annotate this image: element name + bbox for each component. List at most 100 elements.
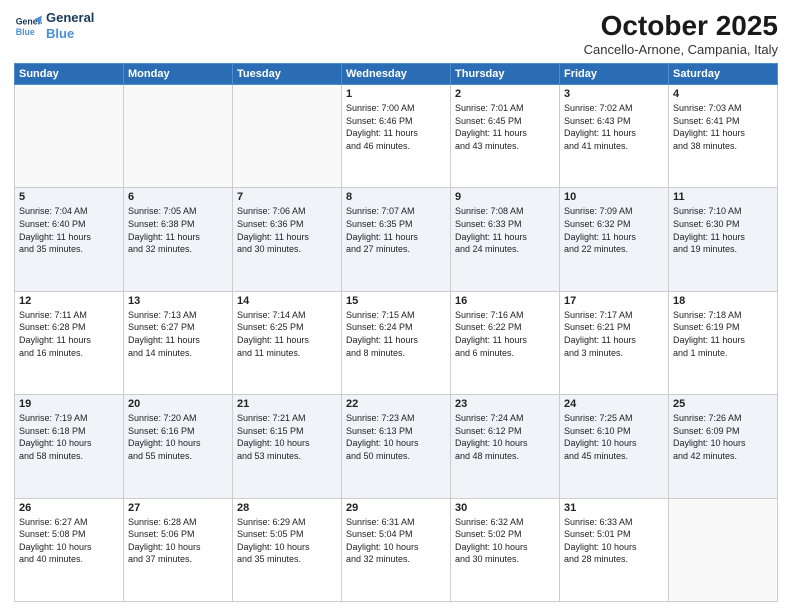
calendar-week-row: 5Sunrise: 7:04 AM Sunset: 6:40 PM Daylig…: [15, 188, 778, 291]
calendar-cell: [124, 85, 233, 188]
calendar-cell: 7Sunrise: 7:06 AM Sunset: 6:36 PM Daylig…: [233, 188, 342, 291]
day-info: Sunrise: 7:11 AM Sunset: 6:28 PM Dayligh…: [19, 309, 119, 359]
col-header-saturday: Saturday: [669, 64, 778, 85]
calendar-table: SundayMondayTuesdayWednesdayThursdayFrid…: [14, 63, 778, 602]
calendar-cell: 17Sunrise: 7:17 AM Sunset: 6:21 PM Dayli…: [560, 291, 669, 394]
day-info: Sunrise: 7:16 AM Sunset: 6:22 PM Dayligh…: [455, 309, 555, 359]
calendar-cell: 2 Sunrise: 7:01 AM Sunset: 6:45 PM Daylig…: [451, 85, 560, 188]
day-number: 9: [455, 191, 555, 203]
logo-line1: General: [46, 10, 94, 26]
calendar-cell: 23 Sunrise: 7:24 AM Sunset: 6:12 PM Dayli…: [451, 395, 560, 498]
day-number: 29: [346, 502, 446, 514]
day-info: Sunrise: 7:23 AM Sunset: 6:13 PM Dayligh…: [346, 412, 446, 462]
day-number: 27: [128, 502, 228, 514]
calendar-cell: 9 Sunrise: 7:08 AM Sunset: 6:33 PM Daylig…: [451, 188, 560, 291]
header: General Blue General Blue October 2025 C…: [14, 10, 778, 57]
calendar-cell: 21 Sunrise: 7:21 AM Sunset: 6:15 PM Dayli…: [233, 395, 342, 498]
day-number: 28: [237, 502, 337, 514]
calendar-cell: 26Sunrise: 6:27 AM Sunset: 5:08 PM Dayli…: [15, 498, 124, 601]
day-info: Sunrise: 7:18 AM Sunset: 6:19 PM Dayligh…: [673, 309, 773, 359]
calendar-cell: [15, 85, 124, 188]
calendar-cell: 4 Sunrise: 7:03 AM Sunset: 6:41 PM Daylig…: [669, 85, 778, 188]
day-number: 30: [455, 502, 555, 514]
calendar-cell: [669, 498, 778, 601]
day-info: Sunrise: 7:03 AM Sunset: 6:41 PM Dayligh…: [673, 102, 773, 152]
col-header-sunday: Sunday: [15, 64, 124, 85]
day-info: Sunrise: 7:10 AM Sunset: 6:30 PM Dayligh…: [673, 205, 773, 255]
day-number: 3: [564, 88, 664, 100]
calendar-cell: 24 Sunrise: 7:25 AM Sunset: 6:10 PM Dayli…: [560, 395, 669, 498]
calendar-cell: 13 Sunrise: 7:13 AM Sunset: 6:27 PM Dayli…: [124, 291, 233, 394]
logo: General Blue General Blue: [14, 10, 94, 41]
calendar-cell: 20Sunrise: 7:20 AM Sunset: 6:16 PM Dayli…: [124, 395, 233, 498]
day-number: 1: [346, 88, 446, 100]
col-header-thursday: Thursday: [451, 64, 560, 85]
day-number: 2: [455, 88, 555, 100]
calendar-week-row: 19 Sunrise: 7:19 AM Sunset: 6:18 PM Dayli…: [15, 395, 778, 498]
day-number: 23: [455, 398, 555, 410]
day-info: Sunrise: 7:20 AM Sunset: 6:16 PM Dayligh…: [128, 412, 228, 462]
day-number: 12: [19, 295, 119, 307]
svg-text:Blue: Blue: [16, 26, 35, 36]
day-info: Sunrise: 7:17 AM Sunset: 6:21 PM Dayligh…: [564, 309, 664, 359]
calendar-cell: [233, 85, 342, 188]
day-info: Sunrise: 7:13 AM Sunset: 6:27 PM Dayligh…: [128, 309, 228, 359]
day-info: Sunrise: 7:15 AM Sunset: 6:24 PM Dayligh…: [346, 309, 446, 359]
calendar-cell: 18Sunrise: 7:18 AM Sunset: 6:19 PM Dayli…: [669, 291, 778, 394]
col-header-monday: Monday: [124, 64, 233, 85]
calendar-header-row: SundayMondayTuesdayWednesdayThursdayFrid…: [15, 64, 778, 85]
calendar-cell: 30 Sunrise: 6:32 AM Sunset: 5:02 PM Dayli…: [451, 498, 560, 601]
day-info: Sunrise: 7:01 AM Sunset: 6:45 PM Dayligh…: [455, 102, 555, 152]
day-number: 10: [564, 191, 664, 203]
day-number: 13: [128, 295, 228, 307]
day-number: 4: [673, 88, 773, 100]
day-info: Sunrise: 7:08 AM Sunset: 6:33 PM Dayligh…: [455, 205, 555, 255]
day-number: 15: [346, 295, 446, 307]
day-info: Sunrise: 6:28 AM Sunset: 5:06 PM Dayligh…: [128, 516, 228, 566]
day-info: Sunrise: 7:14 AM Sunset: 6:25 PM Dayligh…: [237, 309, 337, 359]
calendar-cell: 3 Sunrise: 7:02 AM Sunset: 6:43 PM Daylig…: [560, 85, 669, 188]
day-info: Sunrise: 7:09 AM Sunset: 6:32 PM Dayligh…: [564, 205, 664, 255]
calendar-cell: 14 Sunrise: 7:14 AM Sunset: 6:25 PM Dayli…: [233, 291, 342, 394]
day-number: 14: [237, 295, 337, 307]
calendar-week-row: 1Sunrise: 7:00 AM Sunset: 6:46 PM Daylig…: [15, 85, 778, 188]
calendar-cell: 29 Sunrise: 6:31 AM Sunset: 5:04 PM Dayli…: [342, 498, 451, 601]
day-info: Sunrise: 6:31 AM Sunset: 5:04 PM Dayligh…: [346, 516, 446, 566]
day-info: Sunrise: 7:21 AM Sunset: 6:15 PM Dayligh…: [237, 412, 337, 462]
calendar-cell: 31Sunrise: 6:33 AM Sunset: 5:01 PM Dayli…: [560, 498, 669, 601]
logo-icon: General Blue: [14, 12, 42, 40]
day-number: 31: [564, 502, 664, 514]
subtitle: Cancello-Arnone, Campania, Italy: [584, 42, 778, 57]
calendar-cell: 25Sunrise: 7:26 AM Sunset: 6:09 PM Dayli…: [669, 395, 778, 498]
calendar-cell: 10 Sunrise: 7:09 AM Sunset: 6:32 PM Dayli…: [560, 188, 669, 291]
calendar-cell: 22Sunrise: 7:23 AM Sunset: 6:13 PM Dayli…: [342, 395, 451, 498]
day-info: Sunrise: 7:25 AM Sunset: 6:10 PM Dayligh…: [564, 412, 664, 462]
calendar-cell: 6Sunrise: 7:05 AM Sunset: 6:38 PM Daylig…: [124, 188, 233, 291]
day-number: 24: [564, 398, 664, 410]
day-number: 19: [19, 398, 119, 410]
day-info: Sunrise: 7:19 AM Sunset: 6:18 PM Dayligh…: [19, 412, 119, 462]
day-number: 26: [19, 502, 119, 514]
day-info: Sunrise: 6:32 AM Sunset: 5:02 PM Dayligh…: [455, 516, 555, 566]
day-number: 21: [237, 398, 337, 410]
day-number: 16: [455, 295, 555, 307]
day-info: Sunrise: 7:24 AM Sunset: 6:12 PM Dayligh…: [455, 412, 555, 462]
day-number: 5: [19, 191, 119, 203]
calendar-cell: 12 Sunrise: 7:11 AM Sunset: 6:28 PM Dayli…: [15, 291, 124, 394]
logo-line2: Blue: [46, 26, 94, 42]
col-header-friday: Friday: [560, 64, 669, 85]
calendar-cell: 1Sunrise: 7:00 AM Sunset: 6:46 PM Daylig…: [342, 85, 451, 188]
calendar-cell: 11 Sunrise: 7:10 AM Sunset: 6:30 PM Dayli…: [669, 188, 778, 291]
calendar-cell: 5Sunrise: 7:04 AM Sunset: 6:40 PM Daylig…: [15, 188, 124, 291]
day-number: 6: [128, 191, 228, 203]
day-number: 8: [346, 191, 446, 203]
calendar-week-row: 12 Sunrise: 7:11 AM Sunset: 6:28 PM Dayli…: [15, 291, 778, 394]
day-number: 11: [673, 191, 773, 203]
calendar-cell: 27 Sunrise: 6:28 AM Sunset: 5:06 PM Dayli…: [124, 498, 233, 601]
day-info: Sunrise: 7:02 AM Sunset: 6:43 PM Dayligh…: [564, 102, 664, 152]
day-info: Sunrise: 7:06 AM Sunset: 6:36 PM Dayligh…: [237, 205, 337, 255]
calendar-cell: 8 Sunrise: 7:07 AM Sunset: 6:35 PM Daylig…: [342, 188, 451, 291]
day-info: Sunrise: 7:07 AM Sunset: 6:35 PM Dayligh…: [346, 205, 446, 255]
calendar-cell: 15 Sunrise: 7:15 AM Sunset: 6:24 PM Dayli…: [342, 291, 451, 394]
col-header-wednesday: Wednesday: [342, 64, 451, 85]
